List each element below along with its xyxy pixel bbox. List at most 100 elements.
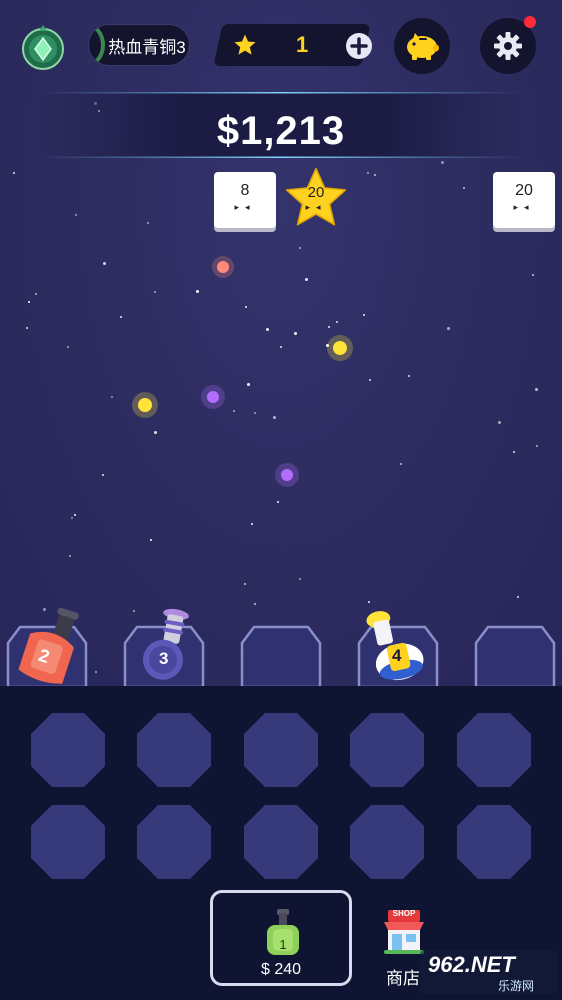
cannon-slot[interactable] <box>474 625 556 686</box>
rank-progress-ring <box>89 25 105 65</box>
gear-icon <box>494 32 522 60</box>
shop-sign: SHOP <box>392 909 416 918</box>
rank-label: 热血青铜3 <box>108 37 186 57</box>
target-star: 20 ▸◂ <box>282 166 350 230</box>
cannon-slot[interactable] <box>240 625 322 686</box>
white-cannon-icon <box>366 611 424 681</box>
shop-label: 商店 <box>386 969 420 988</box>
background-star <box>67 346 69 348</box>
background-star <box>196 290 199 293</box>
star-icon <box>234 34 256 55</box>
background-star <box>111 396 113 398</box>
background-star <box>513 451 515 453</box>
background-star <box>328 326 330 328</box>
background-star <box>270 230 272 232</box>
background-star <box>254 603 256 605</box>
background-star <box>26 327 28 329</box>
merge-cell[interactable] <box>136 804 212 880</box>
background-star <box>251 523 253 525</box>
background-star <box>369 379 371 381</box>
background-star <box>13 172 15 174</box>
buy-cannon-button[interactable]: 1 $ 240 <box>210 890 352 986</box>
background-star <box>266 328 269 331</box>
merge-cell[interactable] <box>30 712 106 788</box>
block-hp: 20 <box>515 182 533 199</box>
plus-icon <box>350 37 368 55</box>
background-star <box>535 388 538 391</box>
target-block: 8 ▸◂ <box>214 172 276 228</box>
buy-cannon-level: 1 <box>279 937 287 952</box>
add-stars-button[interactable] <box>346 33 372 59</box>
merge-cell[interactable] <box>243 712 319 788</box>
background-star <box>35 293 37 295</box>
background-star <box>299 578 301 580</box>
background-star <box>305 278 308 281</box>
background-star <box>374 174 376 176</box>
red-cannon-icon <box>18 607 79 684</box>
background-star <box>363 314 365 316</box>
background-star <box>154 431 157 434</box>
purple-cannon-icon <box>142 608 189 680</box>
background-star <box>102 474 104 476</box>
background-star <box>154 291 156 293</box>
merge-cell[interactable] <box>30 804 106 880</box>
league-gem-icon[interactable] <box>20 24 66 70</box>
background-star <box>367 172 369 174</box>
ball-coral <box>212 256 234 278</box>
ball-yellow <box>132 392 158 418</box>
background-star <box>245 306 247 308</box>
cannon-level-2[interactable]: 2 <box>14 600 84 686</box>
cannon-level: 3 <box>159 649 169 668</box>
background-star <box>147 222 149 224</box>
block-hp: 8 <box>240 182 250 199</box>
settings-button[interactable] <box>480 16 536 74</box>
background-star <box>277 501 279 503</box>
merge-cell[interactable] <box>456 804 532 880</box>
background-star <box>447 327 450 330</box>
star-hp: 20 <box>307 184 325 201</box>
merge-tray: 1 $ 240 SHOP 商店 962.NET 乐游网 <box>0 686 562 1000</box>
background-star <box>254 412 256 414</box>
background-star <box>400 463 402 465</box>
cannon-level-4[interactable]: 4 <box>364 604 432 686</box>
star-count: 1 <box>296 32 309 57</box>
merge-cell[interactable] <box>136 712 212 788</box>
background-star <box>273 416 276 419</box>
background-star <box>247 383 250 386</box>
background-star <box>498 421 501 424</box>
star-counter: 1 <box>213 24 374 66</box>
background-star <box>463 187 465 189</box>
background-star <box>233 410 235 412</box>
background-star <box>95 671 97 673</box>
background-star <box>408 375 410 377</box>
background-star <box>280 346 282 348</box>
background-star <box>517 596 519 598</box>
ball-purple <box>201 385 225 409</box>
background-star <box>299 247 301 249</box>
money-display: $1,213 <box>216 109 346 153</box>
watermark-subtext: 乐游网 <box>498 979 535 993</box>
cannon-level: 4 <box>392 646 402 665</box>
cannon-level-3[interactable]: 3 <box>133 604 197 686</box>
background-star <box>532 274 534 276</box>
background-star <box>368 601 370 603</box>
background-star <box>336 321 338 323</box>
background-star <box>244 583 246 585</box>
target-block: 20 ▸◂ <box>493 172 555 228</box>
background-star <box>75 214 77 216</box>
background-star <box>103 262 106 265</box>
rank-badge[interactable]: 热血青铜3 <box>88 24 190 66</box>
merge-cell[interactable] <box>349 712 425 788</box>
merge-cell[interactable] <box>243 804 319 880</box>
watermark: 962.NET 乐游网 <box>420 950 558 994</box>
merge-cell[interactable] <box>349 804 425 880</box>
merge-cell[interactable] <box>456 712 532 788</box>
background-star <box>74 514 76 516</box>
buy-price: $ 240 <box>260 961 302 978</box>
ball-yellow <box>327 335 353 361</box>
ball-purple <box>275 463 299 487</box>
notification-dot <box>524 16 536 28</box>
play-field[interactable]: 热血青铜3 1 $1,213 8 ▸◂ 20 ▸◂ 20 ▸◂ 2 3 4 <box>0 0 562 686</box>
piggy-bank-button[interactable] <box>394 18 450 74</box>
piggy-bank-icon <box>407 33 439 60</box>
